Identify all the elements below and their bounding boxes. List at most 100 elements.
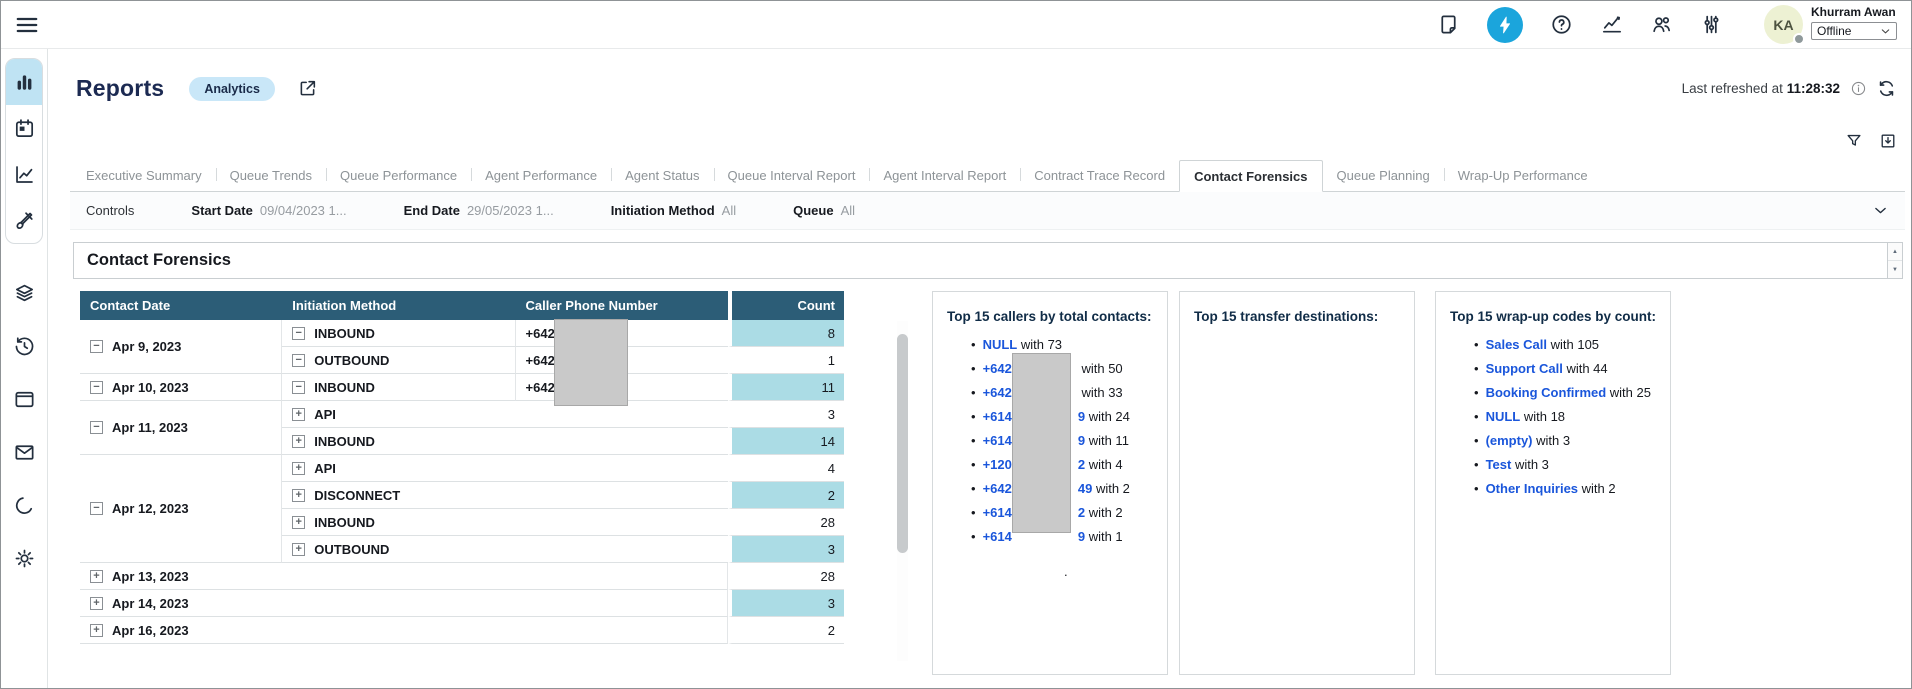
table-row: −Apr 10, 2023−INBOUND+64211 — [80, 374, 844, 401]
tab-executive-summary[interactable]: Executive Summary — [72, 160, 216, 191]
filter-funnel-icon[interactable] — [1845, 132, 1863, 150]
sidebar-item-design-brush-icon[interactable] — [5, 197, 43, 243]
refresh-icon[interactable] — [1877, 79, 1896, 98]
tab-queue-performance[interactable]: Queue Performance — [326, 160, 471, 191]
expand-toggle-icon[interactable]: + — [292, 543, 305, 556]
panel-link[interactable]: +614 — [983, 529, 1012, 544]
panel-link[interactable]: +642 — [983, 385, 1012, 400]
item-count-text: with 1 — [1085, 529, 1123, 544]
panel-link[interactable]: Support Call — [1486, 361, 1563, 376]
tab-wrap-up-performance[interactable]: Wrap-Up Performance — [1444, 160, 1602, 191]
panel-title: Top 15 transfer destinations: — [1194, 309, 1406, 324]
panel-link[interactable]: +614 — [983, 505, 1012, 520]
filter-queue[interactable]: QueueAll — [793, 203, 855, 218]
tab-queue-interval-report[interactable]: Queue Interval Report — [714, 160, 870, 191]
metrics-icon[interactable] — [1600, 13, 1623, 36]
expand-toggle-icon[interactable]: + — [292, 408, 305, 421]
tab-agent-interval-report[interactable]: Agent Interval Report — [869, 160, 1020, 191]
panel-link[interactable]: 2 — [1078, 505, 1085, 520]
sidebar-item-history-icon[interactable] — [5, 323, 43, 369]
filter-end-date[interactable]: End Date29/05/2023 1... — [404, 203, 554, 218]
collapse-toggle-icon[interactable]: − — [90, 421, 103, 434]
expand-toggle-icon[interactable]: + — [292, 489, 305, 502]
date-cell: +Apr 13, 2023 — [80, 563, 728, 590]
table-scrollbar[interactable] — [897, 321, 908, 661]
hamburger-menu-icon[interactable] — [14, 12, 40, 38]
panel-link[interactable]: NULL — [1486, 409, 1521, 424]
item-count-text: with 50 — [1078, 361, 1123, 376]
stepper-down-icon[interactable]: ▼ — [1888, 261, 1902, 278]
expand-toggle-icon[interactable]: + — [292, 462, 305, 475]
expand-toggle-icon[interactable]: + — [90, 570, 103, 583]
table-row: +Apr 16, 20232 — [80, 617, 844, 644]
filter-initiation-method[interactable]: Initiation MethodAll — [611, 203, 736, 218]
expand-toggle-icon[interactable]: + — [292, 435, 305, 448]
table-row: −Apr 9, 2023−INBOUND+6428 — [80, 320, 844, 347]
panel-link[interactable]: Other Inquiries — [1486, 481, 1578, 496]
tab-queue-planning[interactable]: Queue Planning — [1323, 160, 1444, 191]
sidebar-item-calendar-icon[interactable] — [5, 105, 43, 151]
collapse-toggle-icon[interactable]: − — [292, 354, 305, 367]
tab-agent-status[interactable]: Agent Status — [611, 160, 713, 191]
info-icon[interactable] — [1850, 80, 1867, 97]
sidebar-item-pie-chart-icon[interactable] — [5, 482, 43, 528]
panel-link[interactable]: NULL — [983, 337, 1018, 352]
tab-contract-trace-record[interactable]: Contract Trace Record — [1020, 160, 1179, 191]
item-count-text: with 73 — [1017, 337, 1062, 352]
panel-link[interactable]: +614 — [983, 433, 1012, 448]
initiation-method-cell: +API — [282, 455, 728, 482]
notepad-icon[interactable] — [1437, 13, 1460, 36]
sidebar-group — [5, 58, 43, 244]
collapse-toggle-icon[interactable]: − — [292, 327, 305, 340]
redaction-overlay — [1013, 354, 1070, 532]
tab-queue-trends[interactable]: Queue Trends — [216, 160, 326, 191]
collapse-toggle-icon[interactable]: − — [90, 340, 103, 353]
report-tabs: Executive SummaryQueue TrendsQueue Perfo… — [70, 160, 1905, 192]
panel-link[interactable]: +120 — [983, 457, 1012, 472]
analytics-badge[interactable]: Analytics — [189, 77, 275, 101]
page-header: Reports Analytics Last refreshed at 11:2… — [48, 49, 1911, 110]
panel-link[interactable]: (empty) — [1486, 433, 1533, 448]
panel-link[interactable]: +642 — [983, 361, 1012, 376]
download-icon[interactable] — [1879, 132, 1897, 150]
initiation-method-cell: +INBOUND — [282, 428, 728, 455]
realtime-bolt-icon[interactable] — [1487, 7, 1523, 43]
controls-expand-chevron-icon[interactable] — [1872, 202, 1889, 219]
panel-link[interactable]: Test — [1486, 457, 1512, 472]
tab-agent-performance[interactable]: Agent Performance — [471, 160, 611, 191]
method-label: API — [314, 407, 336, 422]
expand-toggle-icon[interactable]: + — [90, 597, 103, 610]
help-icon[interactable] — [1550, 13, 1573, 36]
sidebar-item-window-icon[interactable] — [5, 376, 43, 422]
settings-sliders-icon[interactable] — [1700, 13, 1723, 36]
panel-link[interactable]: Sales Call — [1486, 337, 1547, 352]
panel-link[interactable]: 2 — [1078, 457, 1085, 472]
sidebar-item-layers-icon[interactable] — [5, 270, 43, 316]
external-link-icon[interactable] — [297, 78, 318, 99]
stepper-up-icon[interactable]: ▲ — [1888, 243, 1902, 261]
expand-toggle-icon[interactable]: + — [292, 516, 305, 529]
sidebar-item-mail-icon[interactable] — [5, 429, 43, 475]
sidebar-item-bar-chart-icon[interactable] — [5, 59, 43, 105]
panel-link[interactable]: 49 — [1078, 481, 1092, 496]
table-body: −Apr 9, 2023−INBOUND+6428−OUTBOUND+6421−… — [80, 320, 844, 644]
users-icon[interactable] — [1650, 13, 1673, 36]
collapse-toggle-icon[interactable]: − — [90, 381, 103, 394]
report-card: Executive SummaryQueue TrendsQueue Perfo… — [70, 110, 1905, 675]
panel-link[interactable]: 9 — [1078, 409, 1085, 424]
collapse-toggle-icon[interactable]: − — [292, 381, 305, 394]
avatar[interactable]: KA — [1764, 5, 1803, 44]
filter-start-date[interactable]: Start Date09/04/2023 1... — [191, 203, 346, 218]
panel-link[interactable]: 9 — [1078, 529, 1085, 544]
expand-toggle-icon[interactable]: + — [90, 624, 103, 637]
table-scrollbar-thumb[interactable] — [897, 334, 908, 553]
collapse-toggle-icon[interactable]: − — [90, 502, 103, 515]
panel-link[interactable]: +642 — [983, 481, 1012, 496]
sidebar-item-gear-icon[interactable] — [5, 535, 43, 581]
panel-link[interactable]: Booking Confirmed — [1486, 385, 1607, 400]
panel-link[interactable]: 9 — [1078, 433, 1085, 448]
status-select[interactable]: Offline — [1811, 22, 1897, 40]
sidebar-item-line-chart-icon[interactable] — [5, 151, 43, 197]
panel-link[interactable]: +614 — [983, 409, 1012, 424]
tab-contact-forensics[interactable]: Contact Forensics — [1179, 160, 1322, 192]
